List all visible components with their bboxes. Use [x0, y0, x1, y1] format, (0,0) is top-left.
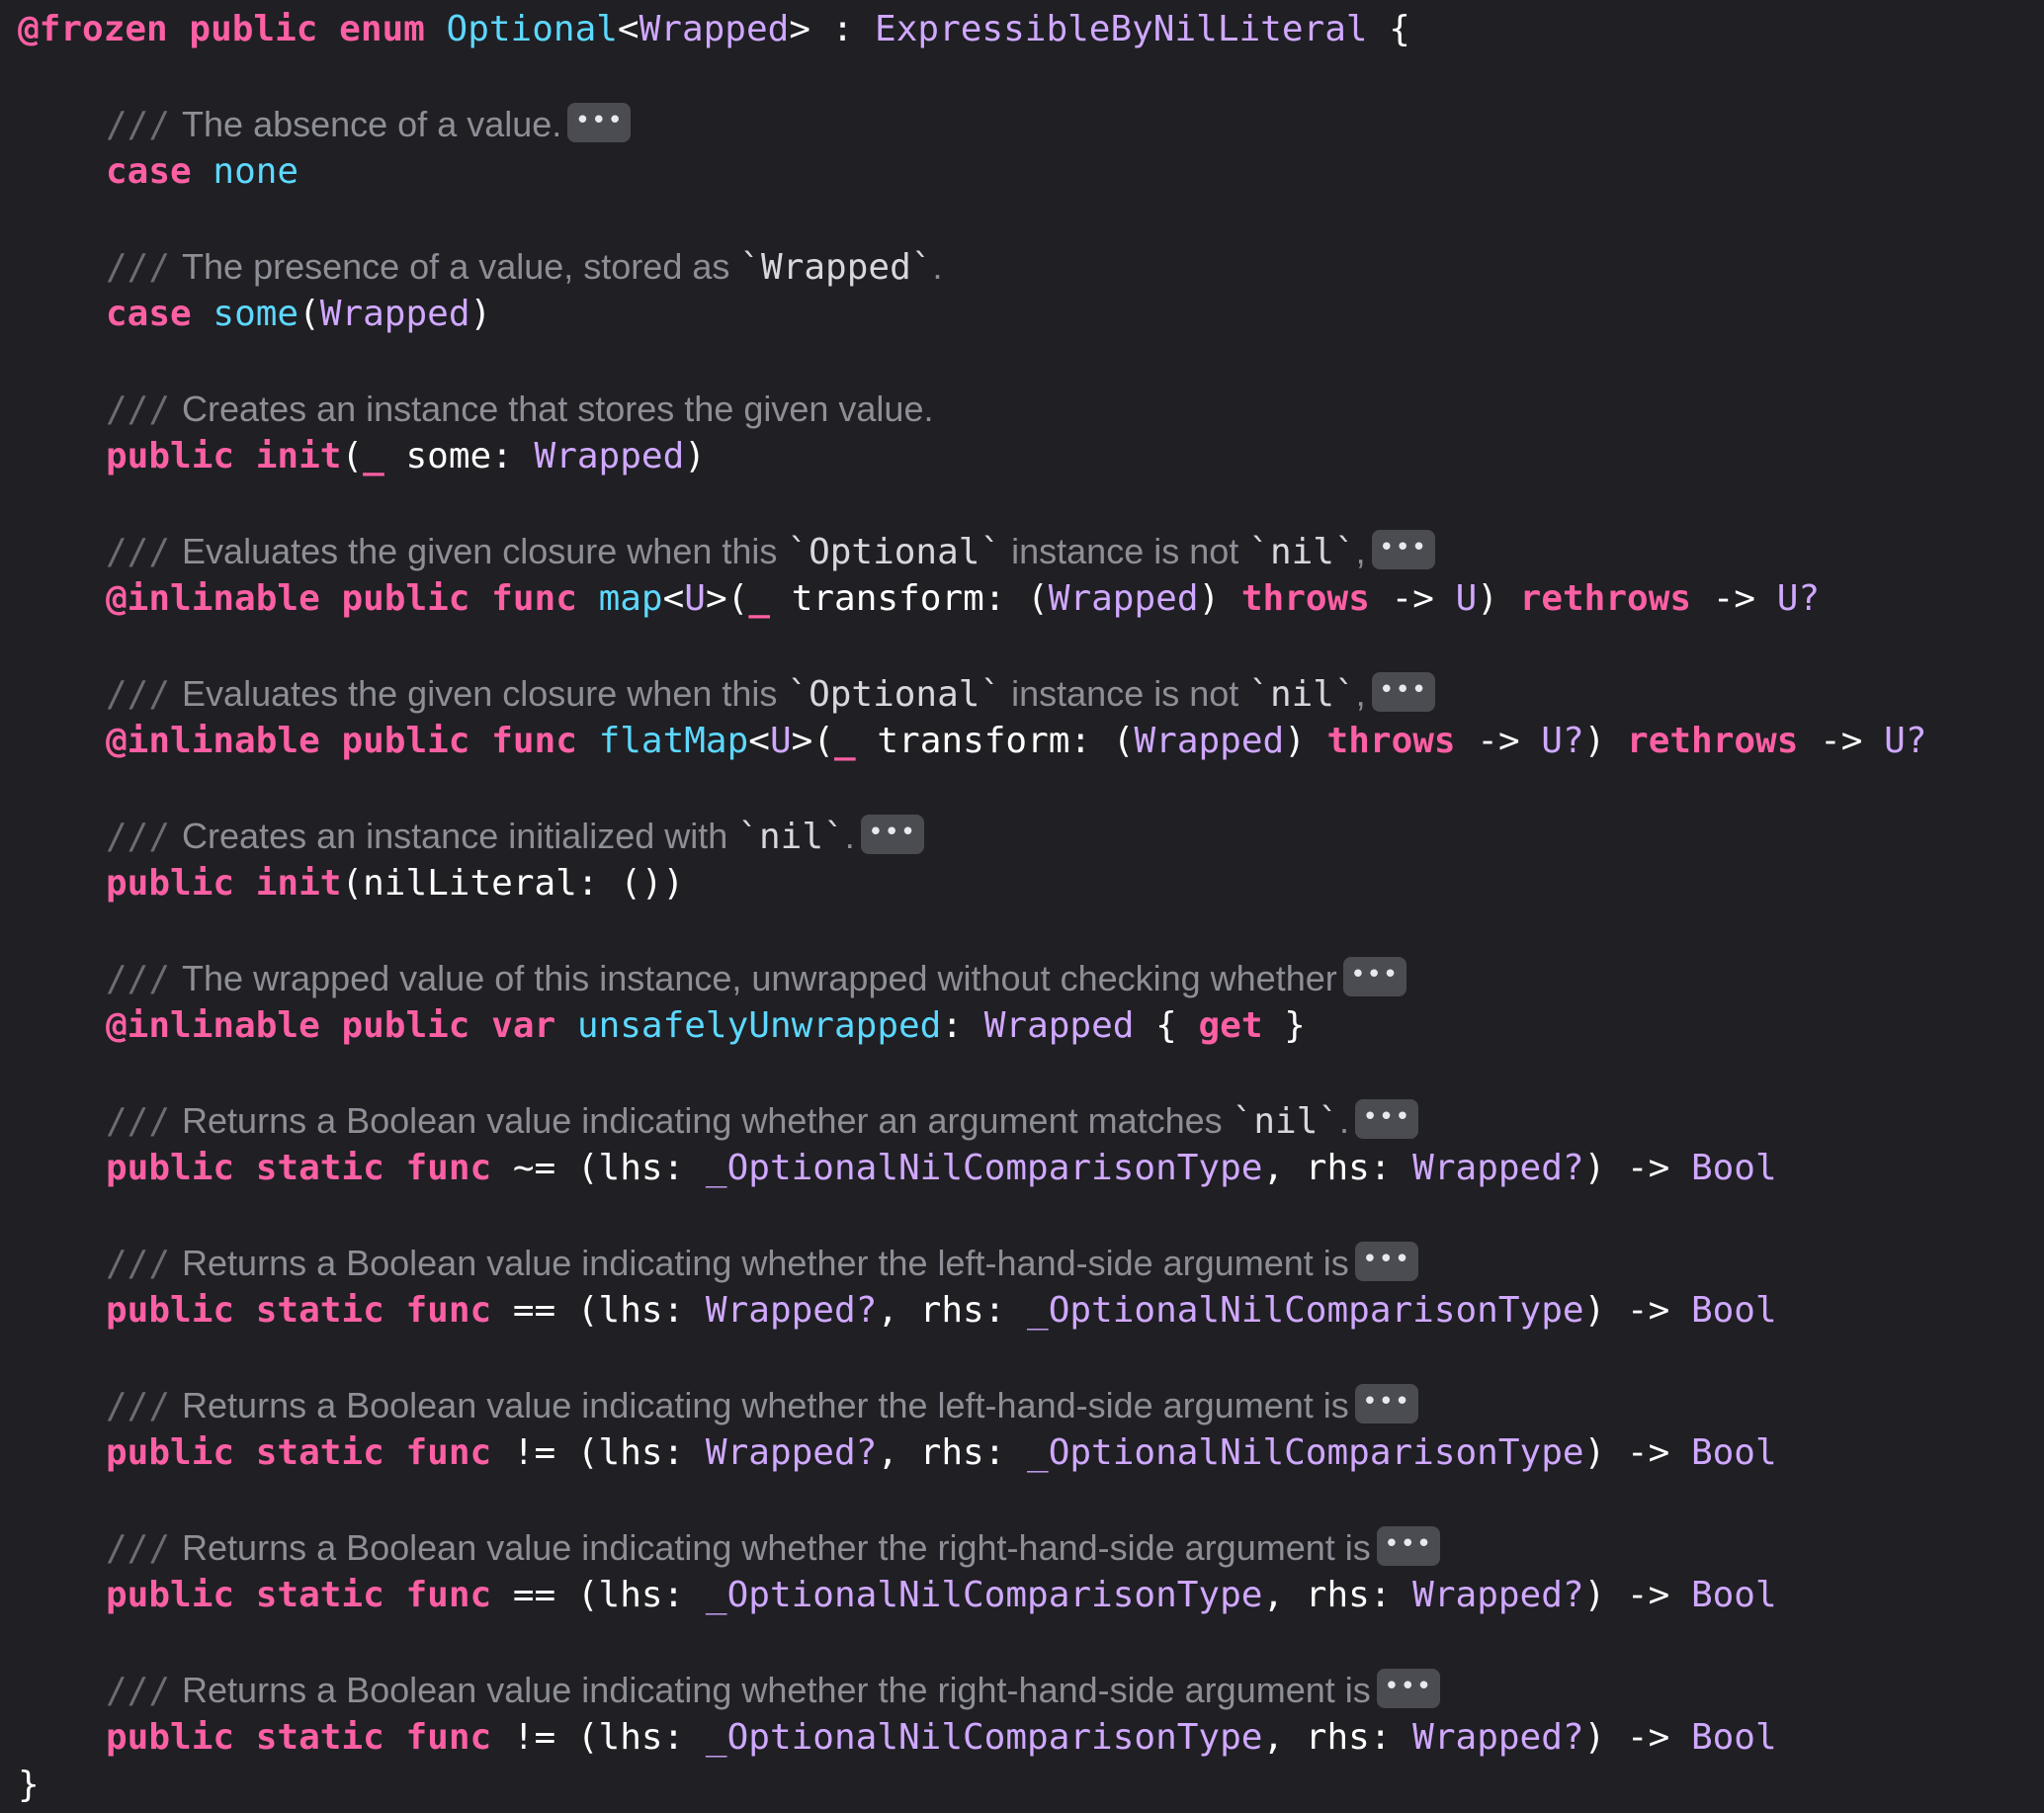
pattern-match-operator-line: public static func ~= (lhs: _OptionalNil… — [106, 1148, 1777, 1188]
fold-ellipsis-button[interactable]: ••• — [1355, 1099, 1419, 1140]
fold-ellipsis-button[interactable]: ••• — [1376, 1526, 1440, 1567]
init-nil-literal-line: public init(nilLiteral: ()) — [106, 863, 685, 904]
init-some-line: public init(_ some: Wrapped) — [106, 436, 706, 476]
public-keyword: public — [189, 9, 318, 49]
map-function-line: @inlinable public func map<U>(_ transfor… — [106, 578, 1821, 619]
enum-name: Optional — [446, 9, 618, 49]
closing-brace: } — [18, 1765, 40, 1805]
case-some-line: case some(Wrapped) — [106, 294, 492, 334]
unsafely-unwrapped-line: @inlinable public var unsafelyUnwrapped:… — [106, 1005, 1306, 1046]
fold-ellipsis-button[interactable]: ••• — [1342, 957, 1406, 997]
not-equals-operator-line: public static func != (lhs: Wrapped?, rh… — [106, 1432, 1777, 1473]
generic-parameter: Wrapped — [639, 9, 790, 49]
flatmap-function-line: @inlinable public func flatMap<U>(_ tran… — [106, 721, 1927, 761]
fold-ellipsis-button[interactable]: ••• — [1371, 672, 1435, 713]
equals-operator-line: public static func == (lhs: Wrapped?, rh… — [106, 1290, 1777, 1331]
fold-ellipsis-button[interactable]: ••• — [860, 815, 924, 855]
not-equals-operator-line: public static func != (lhs: _OptionalNil… — [106, 1717, 1777, 1758]
fold-ellipsis-button[interactable]: ••• — [1354, 1384, 1418, 1424]
conformance-protocol: ExpressibleByNilLiteral — [875, 9, 1368, 49]
enum-keyword: enum — [339, 9, 425, 49]
enum-declaration-line: @frozen public enum Optional<Wrapped> : … — [18, 9, 1410, 49]
fold-ellipsis-button[interactable]: ••• — [1354, 1242, 1418, 1282]
fold-ellipsis-button[interactable]: ••• — [1371, 530, 1435, 570]
equals-operator-line: public static func == (lhs: _OptionalNil… — [106, 1575, 1777, 1615]
fold-ellipsis-button[interactable]: ••• — [1376, 1669, 1440, 1709]
frozen-attribute: @frozen — [18, 9, 168, 49]
case-none-line: case none — [106, 151, 299, 192]
code-editor[interactable]: @frozen public enum Optional<Wrapped> : … — [0, 0, 2044, 1813]
fold-ellipsis-button[interactable]: ••• — [567, 103, 632, 143]
